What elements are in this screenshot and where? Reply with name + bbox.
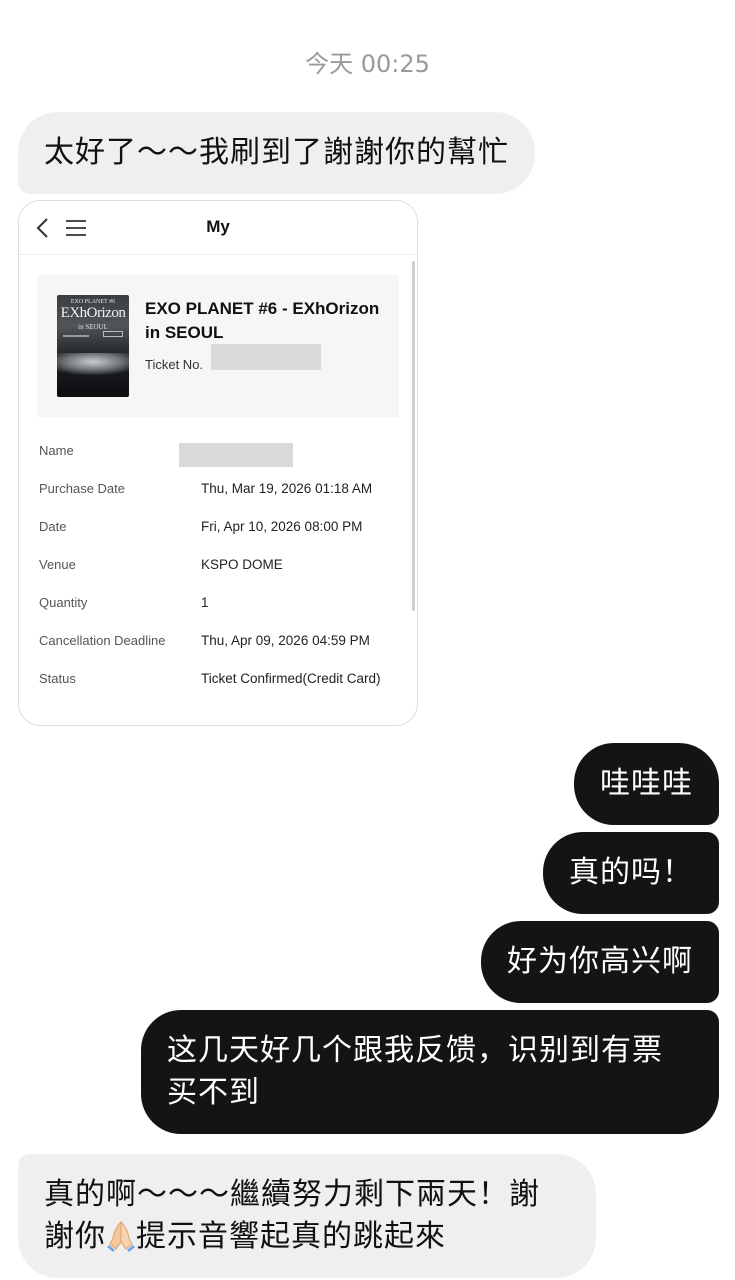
detail-value-cancellation-deadline: Thu, Apr 09, 2026 04:59 PM [201,633,370,648]
outgoing-message-bubble[interactable]: 哇哇哇 [574,743,719,825]
detail-value-purchase-date: Thu, Mar 19, 2026 01:18 AM [201,481,373,496]
poster-sub-text: in SEOUL [78,323,108,331]
incoming-message-bubble[interactable]: 真的啊～～～繼續努力剩下兩天！謝謝你 提示音響起真的跳起來 [18,1154,596,1278]
concert-poster-image: EXO PLANET #6 EXhOrizon in SEOUL [57,295,129,397]
event-title: EXO PLANET #6 - EXhOrizon in SEOUL [145,299,380,342]
detail-value-quantity: 1 [201,595,209,610]
ticket-number-label: Ticket No. [145,357,204,372]
detail-label-status: Status [39,671,76,686]
detail-label-venue: Venue [39,557,76,572]
detail-value-venue: KSPO DOME [201,557,283,572]
poster-horizon-glow [57,353,129,375]
poster-divider [63,335,89,337]
ticket-screenshot-image[interactable]: My EXO PLANET #6 EXhOrizon in SEOUL EXO … [18,200,418,726]
outgoing-message-bubble[interactable]: 真的吗！ [543,832,719,914]
outgoing-message-bubble[interactable]: 好为你高兴啊 [481,921,719,1003]
detail-label-quantity: Quantity [39,595,88,610]
detail-value-status: Ticket Confirmed(Credit Card) [201,671,381,686]
event-summary-panel: EXO PLANET #6 EXhOrizon in SEOUL EXO PLA… [37,275,399,417]
detail-label-cancellation-deadline: Cancellation Deadline [39,633,166,648]
detail-label-name: Name [39,443,74,458]
screenshot-header: My [19,201,417,255]
redacted-ticket-number [211,344,321,370]
incoming-message-bubble[interactable]: 太好了～～我刷到了謝謝你的幫忙 [18,112,535,194]
folded-hands-emoji-icon [107,1220,135,1252]
outgoing-message-bubble[interactable]: 这几天好几个跟我反馈，识别到有票买不到 [141,1010,719,1134]
screenshot-page-title: My [206,217,230,236]
scrollbar [412,261,415,611]
message-text-part: 提示音響起真的跳起來 [136,1219,446,1254]
detail-label-purchase-date: Purchase Date [39,481,125,496]
poster-logo-text: EXhOrizon [60,305,126,321]
detail-value-date: Fri, Apr 10, 2026 08:00 PM [201,519,363,534]
poster-tag-box [103,331,123,337]
message-timestamp: 今天 00:25 [305,50,430,78]
redacted-name [179,443,293,467]
detail-label-date: Date [39,519,67,534]
